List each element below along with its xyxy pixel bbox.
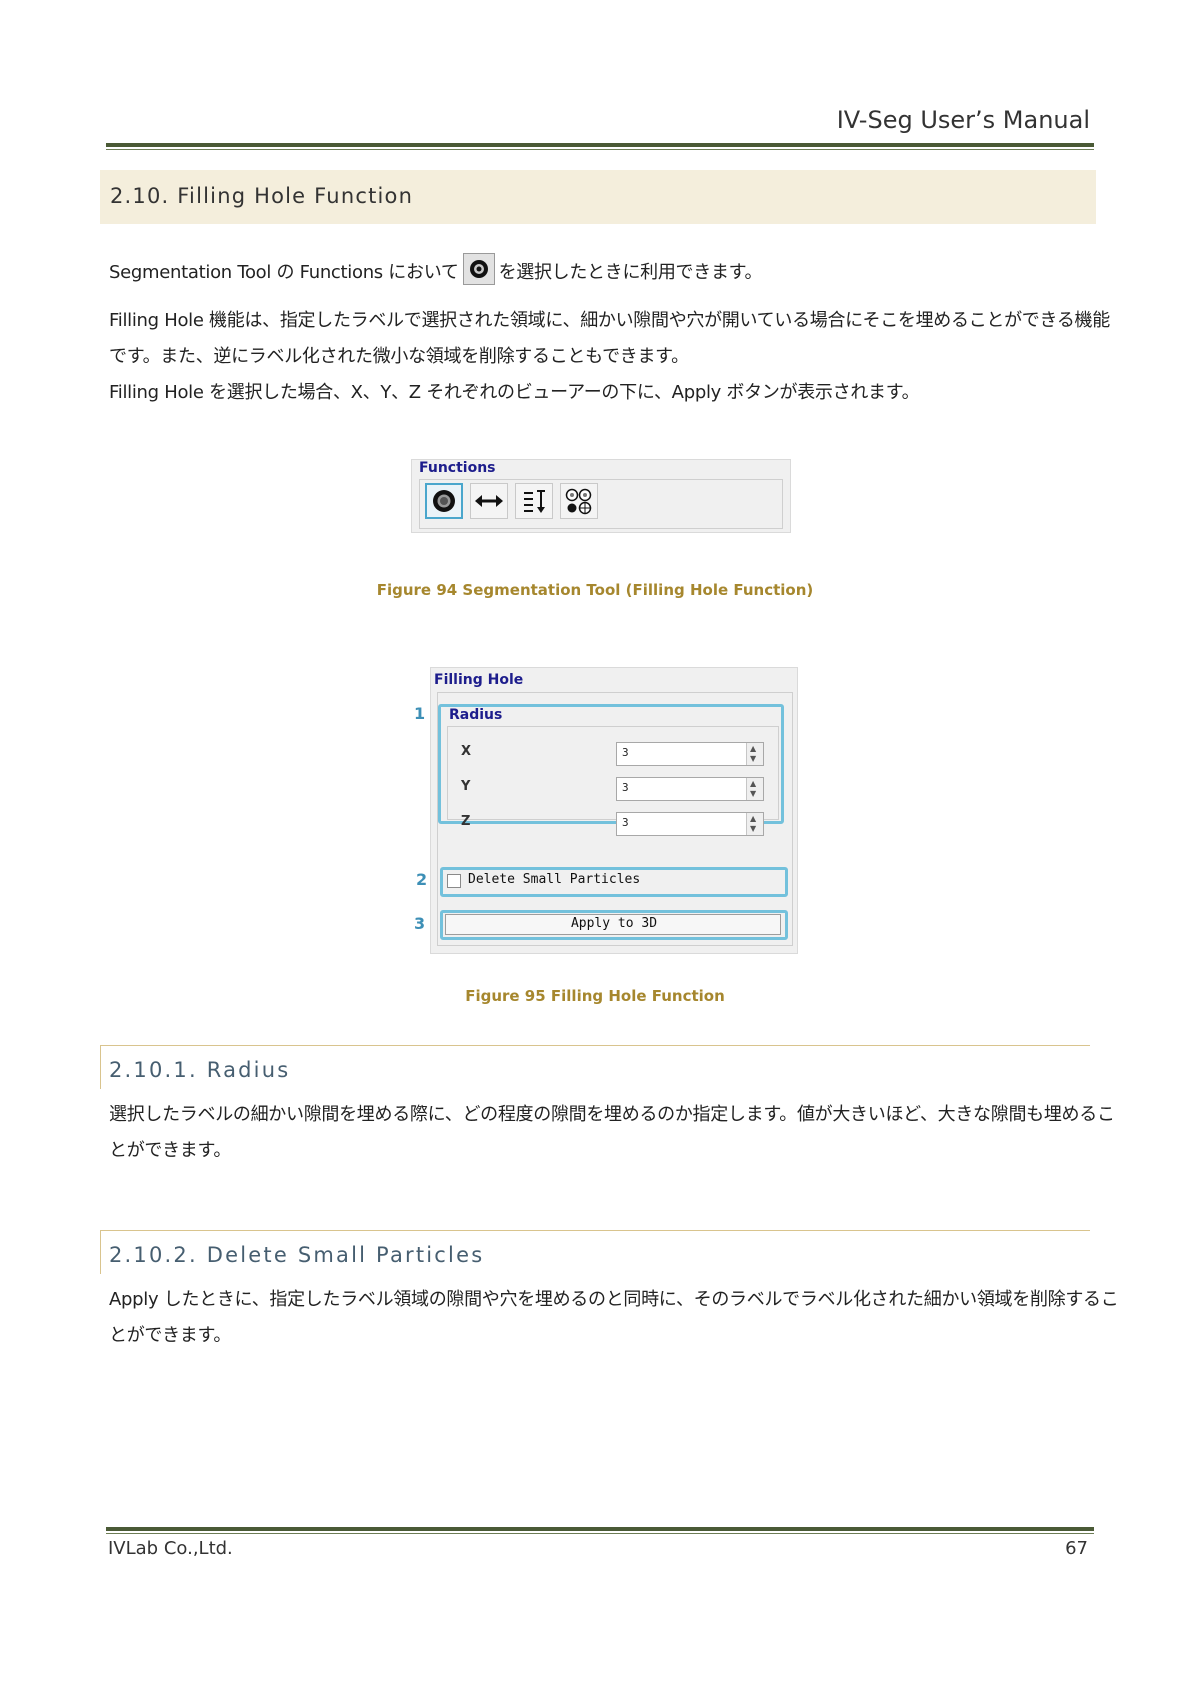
delete-small-particles-label: Delete Small Particles [468, 872, 641, 887]
subsection-2-rule [100, 1230, 1090, 1231]
subsection-1-rule [100, 1045, 1090, 1046]
functions-panel-title: Functions [419, 460, 496, 476]
paragraph-description-line2: です。また、逆にラベル化された微小な領域を削除することもできます。 [109, 346, 689, 367]
filling-hole-icon [433, 490, 455, 512]
callout-1: 1 [414, 704, 426, 723]
paragraph-apply-note: Filling Hole を選択した場合、X、Y、Z それぞれのビューアーの下に… [109, 382, 920, 403]
radius-z-value: 3 [622, 816, 629, 829]
radius-x-spinbox[interactable]: 3 ▲ ▼ [616, 742, 764, 766]
subsection-delete-particles-line1: Apply したときに、指定したラベル領域の隙間や穴を埋めるのと同時に、そのラベ… [109, 1289, 1119, 1310]
functions-panel: Functions [411, 459, 791, 533]
radius-x-label: X [461, 744, 472, 759]
radius-y-value: 3 [622, 781, 629, 794]
radius-z-spinbox[interactable]: 3 ▲ ▼ [616, 812, 764, 836]
radius-x-stepper[interactable]: ▲ ▼ [746, 743, 763, 765]
particles-icon [565, 488, 592, 515]
section-title: 2.10. Filling Hole Function [110, 184, 414, 208]
radius-z-label: Z [461, 814, 471, 829]
subsection-2-rule-vertical [100, 1230, 101, 1274]
intro-text-after: を選択したときに利用できます。 [498, 262, 763, 283]
subsection-delete-particles-line2: とができます。 [109, 1325, 232, 1346]
filling-hole-panel: Filling Hole Radius X 3 ▲ ▼ Y 3 ▲ ▼ Z 3 ▲ ▼… [430, 667, 798, 954]
vertical-tool-button[interactable] [515, 483, 553, 519]
intro-text-before: Segmentation Tool の Functions において [109, 262, 459, 283]
figure-95-caption: Figure 95 Filling Hole Function [465, 987, 725, 1005]
subsection-radius-line1: 選択したラベルの細かい隙間を埋める際に、どの程度の隙間を埋めるのか指定します。値… [109, 1104, 1115, 1125]
callout-2: 2 [416, 870, 428, 889]
horizontal-arrows-icon [475, 495, 503, 507]
filling-hole-button[interactable] [425, 483, 463, 519]
header-rule [106, 143, 1094, 147]
manual-title: IV-Seg User’s Manual [836, 106, 1090, 134]
radius-y-spinbox[interactable]: 3 ▲ ▼ [616, 777, 764, 801]
figure-94-caption: Figure 94 Segmentation Tool (Filling Hol… [376, 581, 814, 599]
page-number: 67 [1065, 1538, 1088, 1559]
particles-tool-button[interactable] [560, 483, 598, 519]
footer-company: IVLab Co.,Ltd. [108, 1538, 233, 1559]
radius-y-label: Y [461, 779, 471, 794]
footer-rule [106, 1527, 1094, 1531]
header-rule-thin [106, 149, 1094, 150]
delete-small-particles-checkbox[interactable] [447, 874, 461, 888]
filling-hole-panel-title: Filling Hole [434, 672, 524, 688]
subsection-radius-line2: とができます。 [109, 1140, 232, 1161]
paragraph-intro: Segmentation Tool の Functions において を選択したと… [109, 253, 763, 289]
radius-groupbox [447, 726, 779, 820]
vertical-range-icon [524, 490, 545, 513]
filling-hole-icon [462, 253, 495, 285]
radius-y-stepper[interactable]: ▲ ▼ [746, 778, 763, 800]
apply-to-3d-label: Apply to 3D [570, 916, 658, 931]
apply-to-3d-button[interactable]: Apply to 3D [445, 914, 781, 935]
radius-group-title: Radius [449, 707, 503, 723]
footer-rule-thin [106, 1533, 1094, 1534]
subsection-delete-particles-title: 2.10.2. Delete Small Particles [109, 1243, 485, 1267]
radius-x-value: 3 [622, 746, 629, 759]
subsection-1-rule-vertical [100, 1045, 101, 1089]
radius-z-stepper[interactable]: ▲ ▼ [746, 813, 763, 835]
subsection-radius-title: 2.10.1. Radius [109, 1058, 291, 1082]
callout-3: 3 [414, 914, 426, 933]
horizontal-tool-button[interactable] [470, 483, 508, 519]
paragraph-description-line1: Filling Hole 機能は、指定したラベルで選択された領域に、細かい隙間や… [109, 310, 1110, 331]
